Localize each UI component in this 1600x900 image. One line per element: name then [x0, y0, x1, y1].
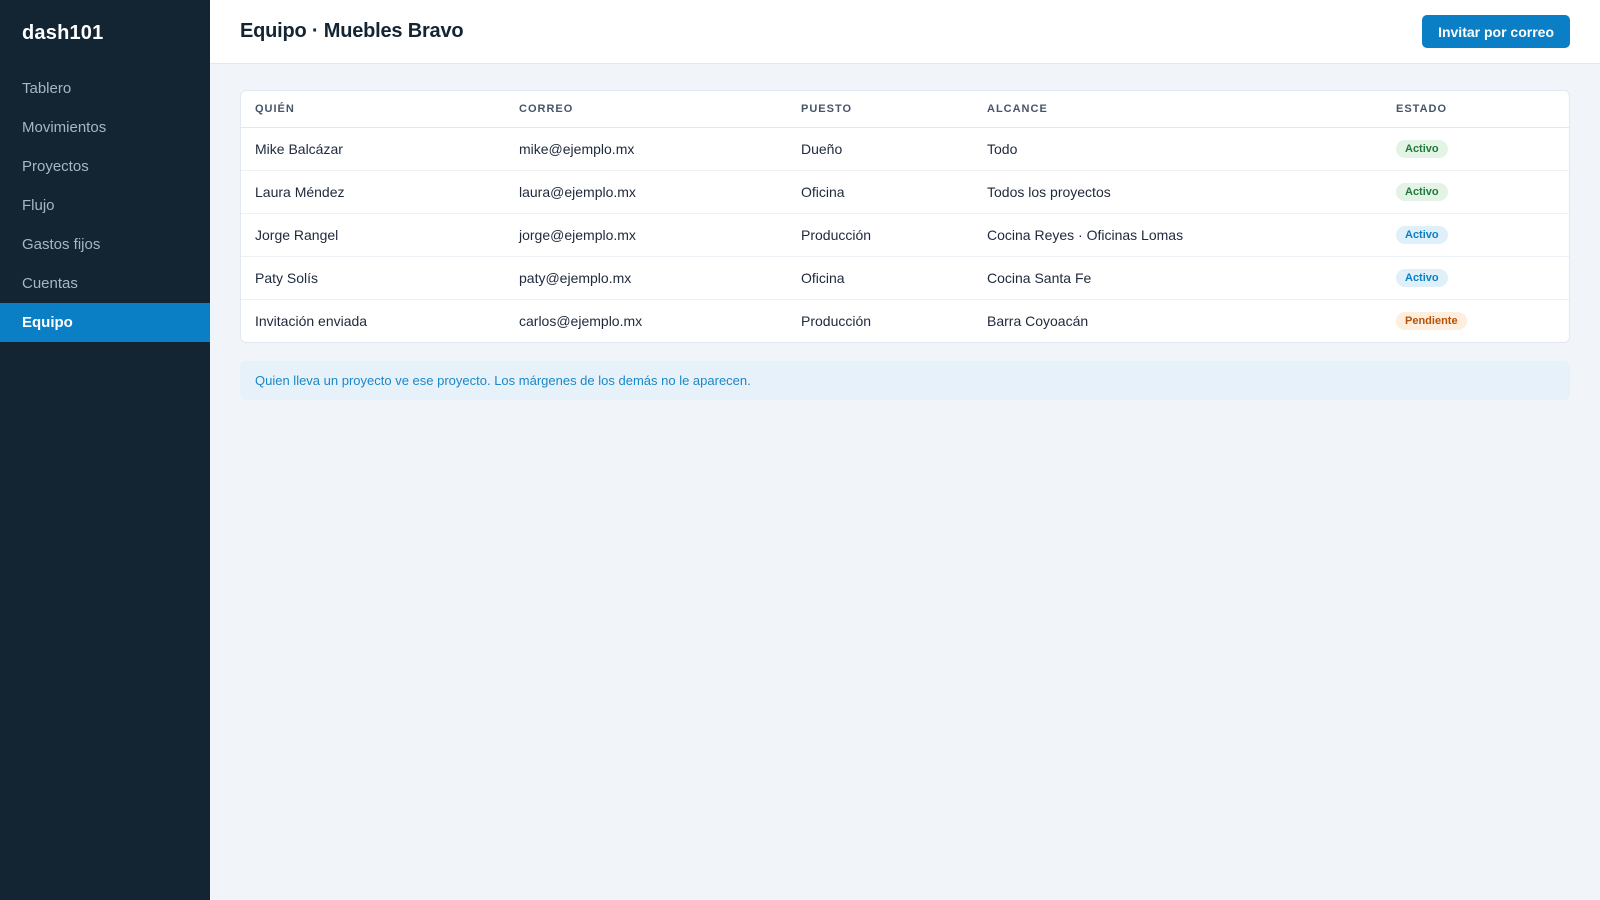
cell-role: Oficina — [787, 256, 973, 300]
status-badge: Activo — [1396, 226, 1448, 244]
table-row[interactable]: Invitación enviada carlos@ejemplo.mx Pro… — [241, 299, 1569, 342]
table-row[interactable]: Jorge Rangel jorge@ejemplo.mx Producción… — [241, 213, 1569, 257]
sidebar-item-proyectos[interactable]: Proyectos — [0, 147, 210, 186]
brand-logo[interactable]: dash101 — [0, 0, 210, 66]
column-header-email[interactable]: CORREO — [505, 91, 787, 128]
cell-who: Mike Balcázar — [241, 127, 505, 171]
cell-role: Oficina — [787, 170, 973, 214]
team-table-card: QUIÉN CORREO PUESTO ALCANCE ESTADO Mike … — [240, 90, 1570, 343]
cell-email: laura@ejemplo.mx — [505, 170, 787, 214]
cell-who: Laura Méndez — [241, 170, 505, 214]
table-row[interactable]: Paty Solís paty@ejemplo.mx Oficina Cocin… — [241, 256, 1569, 300]
topbar: Equipo · Muebles Bravo Invitar por corre… — [210, 0, 1600, 64]
cell-status: Activo — [1382, 127, 1569, 171]
cell-email: jorge@ejemplo.mx — [505, 213, 787, 257]
status-badge: Activo — [1396, 183, 1448, 201]
cell-email: mike@ejemplo.mx — [505, 127, 787, 171]
cell-status: Activo — [1382, 170, 1569, 214]
team-table: QUIÉN CORREO PUESTO ALCANCE ESTADO Mike … — [241, 91, 1569, 342]
content: QUIÉN CORREO PUESTO ALCANCE ESTADO Mike … — [210, 64, 1600, 426]
cell-status: Activo — [1382, 213, 1569, 257]
cell-who: Jorge Rangel — [241, 213, 505, 257]
cell-scope: Cocina Reyes · Oficinas Lomas — [973, 213, 1382, 257]
main-area: Equipo · Muebles Bravo Invitar por corre… — [210, 0, 1600, 900]
sidebar-item-cuentas[interactable]: Cuentas — [0, 264, 210, 303]
invite-by-email-button[interactable]: Invitar por correo — [1422, 15, 1570, 48]
status-badge: Activo — [1396, 269, 1448, 287]
sidebar-nav: Tablero Movimientos Proyectos Flujo Gast… — [0, 69, 210, 342]
sidebar-item-movimientos[interactable]: Movimientos — [0, 108, 210, 147]
info-note-text: Quien lleva un proyecto ve ese proyecto.… — [255, 373, 751, 388]
cell-status: Pendiente — [1382, 299, 1569, 342]
cell-email: carlos@ejemplo.mx — [519, 312, 643, 329]
cell-scope: Todo — [973, 127, 1382, 171]
sidebar-item-flujo[interactable]: Flujo — [0, 186, 210, 225]
sidebar-item-equipo[interactable]: Equipo — [0, 303, 210, 342]
column-header-status[interactable]: ESTADO — [1382, 91, 1569, 128]
column-header-who[interactable]: QUIÉN — [241, 91, 505, 128]
table-row[interactable]: Mike Balcázar mike@ejemplo.mx Dueño Todo… — [241, 127, 1569, 171]
cell-scope: Todos los proyectos — [973, 170, 1382, 214]
cell-who: Paty Solís — [241, 256, 505, 300]
sidebar: dash101 Tablero Movimientos Proyectos Fl… — [0, 0, 210, 900]
page-title: Equipo · Muebles Bravo — [240, 20, 464, 42]
cell-role: Dueño — [787, 127, 973, 171]
table-row[interactable]: Laura Méndez laura@ejemplo.mx Oficina To… — [241, 170, 1569, 214]
cell-scope: Barra Coyoacán — [987, 312, 1089, 329]
info-note: Quien lleva un proyecto ve ese proyecto.… — [240, 361, 1570, 400]
status-badge: Pendiente — [1396, 312, 1467, 331]
column-header-role[interactable]: PUESTO — [787, 91, 973, 128]
cell-role: Producción — [787, 213, 973, 257]
sidebar-item-gastos-fijos[interactable]: Gastos fijos — [0, 225, 210, 264]
cell-email: paty@ejemplo.mx — [505, 256, 787, 300]
cell-who: Invitación enviada — [255, 312, 368, 329]
column-header-scope[interactable]: ALCANCE — [973, 91, 1382, 128]
cell-scope: Cocina Santa Fe — [973, 256, 1382, 300]
status-badge: Activo — [1396, 140, 1448, 158]
table-header-row: QUIÉN CORREO PUESTO ALCANCE ESTADO — [241, 91, 1569, 128]
cell-status: Activo — [1382, 256, 1569, 300]
cell-role: Producción — [801, 312, 872, 329]
sidebar-item-tablero[interactable]: Tablero — [0, 69, 210, 108]
